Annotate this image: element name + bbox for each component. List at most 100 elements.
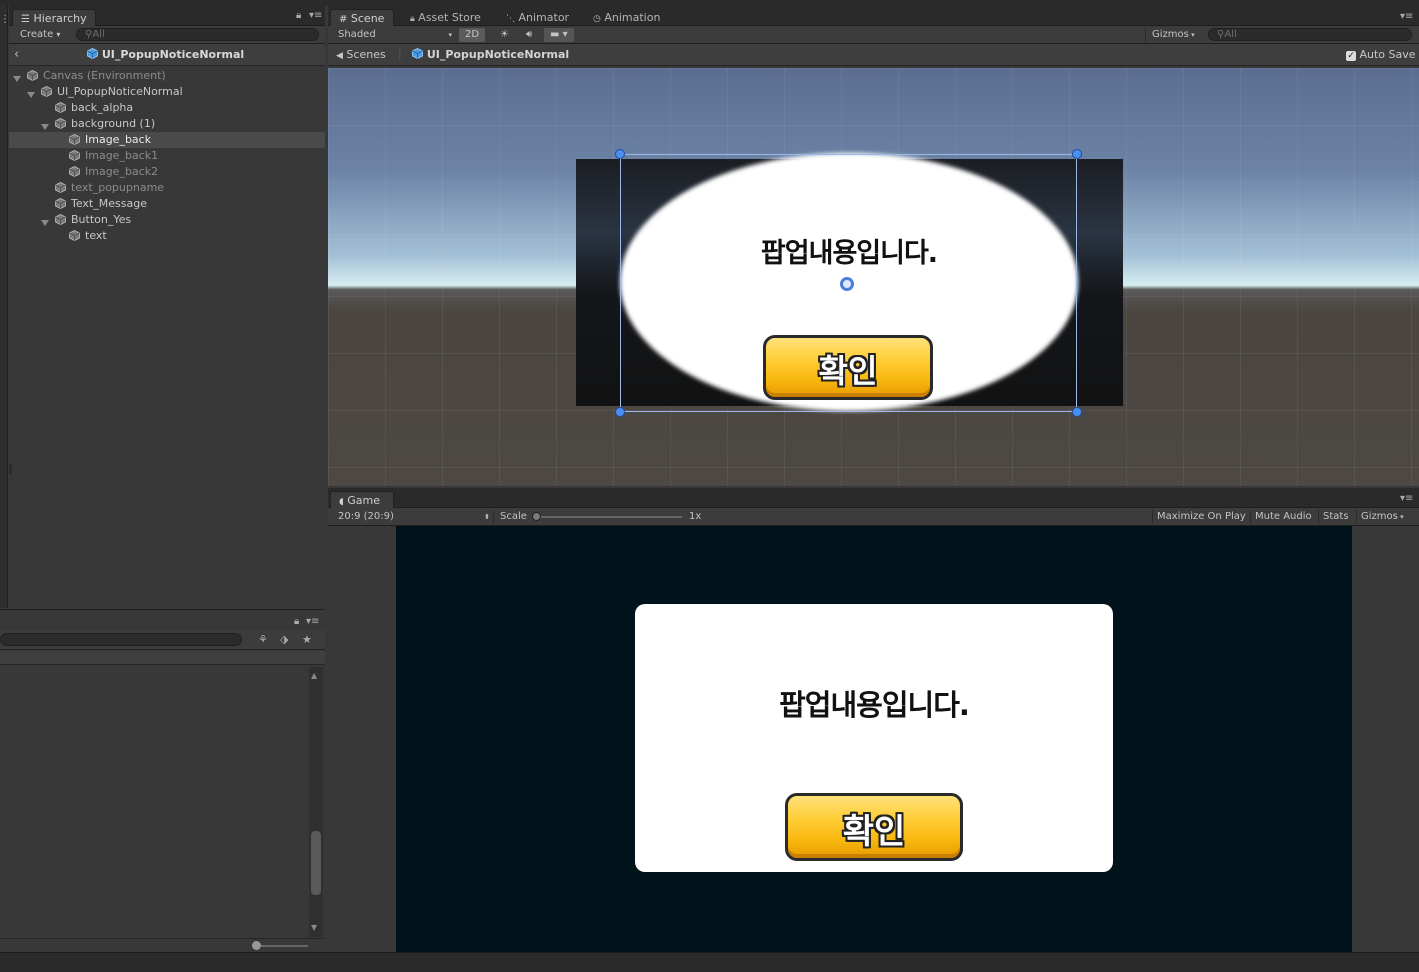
hierarchy-item-label: back_alpha: [71, 101, 134, 114]
tab-asset-store[interactable]: 🔒︎ Asset Store: [402, 9, 489, 27]
tab-hierarchy[interactable]: ☰ Hierarchy: [12, 9, 96, 27]
scene-search-placeholder: All: [1224, 29, 1237, 40]
game-confirm-label: 확인: [842, 812, 906, 852]
scene-toolbar: Shaded ▾ 2D ☀ 🔊︎ ▬ ▾ Gizmos ▾ ⚲All: [328, 26, 1419, 44]
hierarchy-search-input[interactable]: ⚲All: [76, 28, 319, 41]
scene-search-input[interactable]: ⚲All: [1208, 28, 1412, 41]
aspect-dropdown[interactable]: 20:9 (20:9) ⬍: [332, 510, 492, 524]
scale-slider-track[interactable]: [536, 516, 682, 518]
auto-save-toggle[interactable]: ✓ Auto Save: [1346, 48, 1416, 61]
scale-value: 1x: [689, 511, 702, 522]
scrollbar-thumb[interactable]: [311, 831, 321, 895]
hierarchy-item-label: Canvas (Environment): [43, 69, 166, 82]
animator-icon: ⋱: [506, 14, 515, 24]
game-confirm-button[interactable]: 확인: [785, 793, 963, 861]
hierarchy-item-label: Text_Message: [71, 197, 147, 210]
updown-icon: ⬍: [484, 513, 490, 521]
breadcrumb-prefab[interactable]: UI_PopupNoticeNormal: [412, 48, 569, 61]
hierarchy-item[interactable]: text_popupname: [9, 180, 325, 196]
game-panel: ◖ Game ▾≡ 20:9 (20:9) ⬍ Scale 1x Maximiz…: [328, 488, 1419, 952]
stats-toggle[interactable]: Stats: [1318, 510, 1353, 524]
gameobject-cube-icon: [69, 134, 80, 145]
breadcrumb-prefab-label: UI_PopupNoticeNormal: [426, 48, 570, 61]
sun-icon: ☀: [500, 29, 509, 40]
hierarchy-item[interactable]: Text_Message: [9, 196, 325, 212]
mode-2d-toggle[interactable]: 2D: [459, 28, 486, 42]
rect-handle-bottom-left[interactable]: [615, 407, 625, 417]
scale-slider-thumb[interactable]: [532, 512, 541, 521]
lock-icon[interactable]: 🔒︎: [294, 616, 299, 627]
hierarchy-item[interactable]: back_alpha: [9, 100, 325, 116]
gameobject-cube-icon: [41, 86, 52, 97]
hierarchy-search-placeholder: All: [92, 29, 105, 40]
maximize-on-play-toggle[interactable]: Maximize On Play: [1152, 510, 1250, 524]
zoom-slider-thumb[interactable]: [252, 941, 261, 950]
rect-handle-top-left[interactable]: [615, 149, 625, 159]
clock-icon: ◷: [593, 14, 601, 24]
tab-animation[interactable]: ◷ Animation: [585, 9, 668, 27]
shading-mode-dropdown[interactable]: Shaded ▾: [332, 28, 454, 42]
rect-handle-top-right[interactable]: [1072, 149, 1082, 159]
star-icon[interactable]: ★: [302, 633, 312, 646]
hierarchy-item[interactable]: Image_back2: [9, 164, 325, 180]
auto-save-label: Auto Save: [1359, 48, 1416, 61]
panel-menu-icon[interactable]: ▾≡: [1400, 493, 1413, 504]
hierarchy-item-label: text: [85, 229, 107, 242]
tab-hierarchy-label: Hierarchy: [33, 12, 87, 25]
expand-arrow-icon[interactable]: [41, 216, 49, 226]
lighting-toggle[interactable]: ☀: [494, 28, 515, 42]
project-search-input[interactable]: [0, 633, 242, 646]
game-gizmos-dropdown[interactable]: Gizmos ▾: [1356, 510, 1408, 524]
game-gizmos-label: Gizmos: [1361, 511, 1398, 522]
tab-game[interactable]: ◖ Game: [330, 491, 394, 509]
prefab-breadcrumb: ‹ UI_PopupNoticeNormal: [9, 44, 325, 66]
audio-toggle[interactable]: 🔊︎: [520, 28, 538, 42]
hierarchy-item-label: UI_PopupNoticeNormal: [57, 85, 183, 98]
vertical-scrollbar[interactable]: ▲ ▼: [309, 667, 323, 937]
scene-viewport[interactable]: 팝업내용입니다. 확인: [328, 68, 1419, 486]
filter-type-icon[interactable]: ⚘: [258, 633, 268, 646]
hierarchy-item[interactable]: UI_PopupNoticeNormal: [9, 84, 325, 100]
gameobject-cube-icon: [55, 198, 66, 209]
breadcrumb-scenes[interactable]: ◀ Scenes: [336, 48, 386, 61]
chevron-down-icon: ▾: [56, 30, 61, 39]
scene-breadcrumb: ◀ Scenes | UI_PopupNoticeNormal ✓ Auto S…: [328, 44, 1419, 66]
tab-scene[interactable]: # Scene: [330, 9, 394, 27]
prefab-cube-icon: [87, 48, 98, 59]
game-viewport[interactable]: 팝업내용입니다. 확인: [396, 526, 1352, 952]
hierarchy-item[interactable]: text: [9, 228, 325, 244]
hierarchy-tabbar: ☰ Hierarchy 🔒︎ ▾≡: [9, 6, 325, 27]
expand-arrow-icon[interactable]: [41, 120, 49, 130]
hierarchy-item[interactable]: Image_back: [9, 132, 325, 148]
panel-menu-icon[interactable]: ▾≡: [306, 616, 319, 627]
back-arrow-icon[interactable]: ‹: [14, 47, 19, 62]
effects-dropdown[interactable]: ▬ ▾: [544, 28, 574, 42]
mute-audio-toggle[interactable]: Mute Audio: [1250, 510, 1316, 524]
tag-icon[interactable]: ⬗: [280, 633, 288, 646]
scene-gizmos-dropdown[interactable]: Gizmos ▾: [1145, 28, 1201, 42]
gameobject-cube-icon: [55, 102, 66, 113]
chevron-down-icon: ▾: [448, 31, 452, 39]
shading-mode-label: Shaded: [338, 29, 376, 40]
scroll-up-icon[interactable]: ▲: [311, 671, 317, 680]
expand-arrow-icon[interactable]: [27, 88, 35, 98]
scene-tabbar: # Scene 🔒︎ Asset Store ⋱ Animator ◷ Anim…: [328, 6, 1419, 27]
zoom-slider-track[interactable]: [256, 945, 308, 947]
panel-menu-icon[interactable]: ▾≡: [309, 10, 322, 21]
hierarchy-item[interactable]: Image_back1: [9, 148, 325, 164]
create-dropdown[interactable]: Create ▾: [14, 28, 66, 42]
tab-animator-label: Animator: [518, 11, 570, 24]
expand-arrow-icon[interactable]: [13, 72, 21, 82]
panel-menu-icon[interactable]: ▾≡: [1400, 11, 1413, 22]
tab-animator[interactable]: ⋱ Animator: [498, 9, 577, 27]
lock-icon[interactable]: 🔒︎: [296, 10, 301, 21]
rect-handle-bottom-right[interactable]: [1072, 407, 1082, 417]
hierarchy-item[interactable]: background (1): [9, 116, 325, 132]
scene-panel: # Scene 🔒︎ Asset Store ⋱ Animator ◷ Anim…: [328, 6, 1419, 486]
game-tabbar: ◖ Game ▾≡: [328, 488, 1419, 509]
hierarchy-item[interactable]: Canvas (Environment): [9, 68, 325, 84]
pacman-icon: ◖: [339, 497, 344, 507]
hierarchy-item[interactable]: Button_Yes: [9, 212, 325, 228]
scroll-down-icon[interactable]: ▼: [311, 923, 317, 932]
rect-transform-gizmo[interactable]: [620, 154, 1077, 412]
